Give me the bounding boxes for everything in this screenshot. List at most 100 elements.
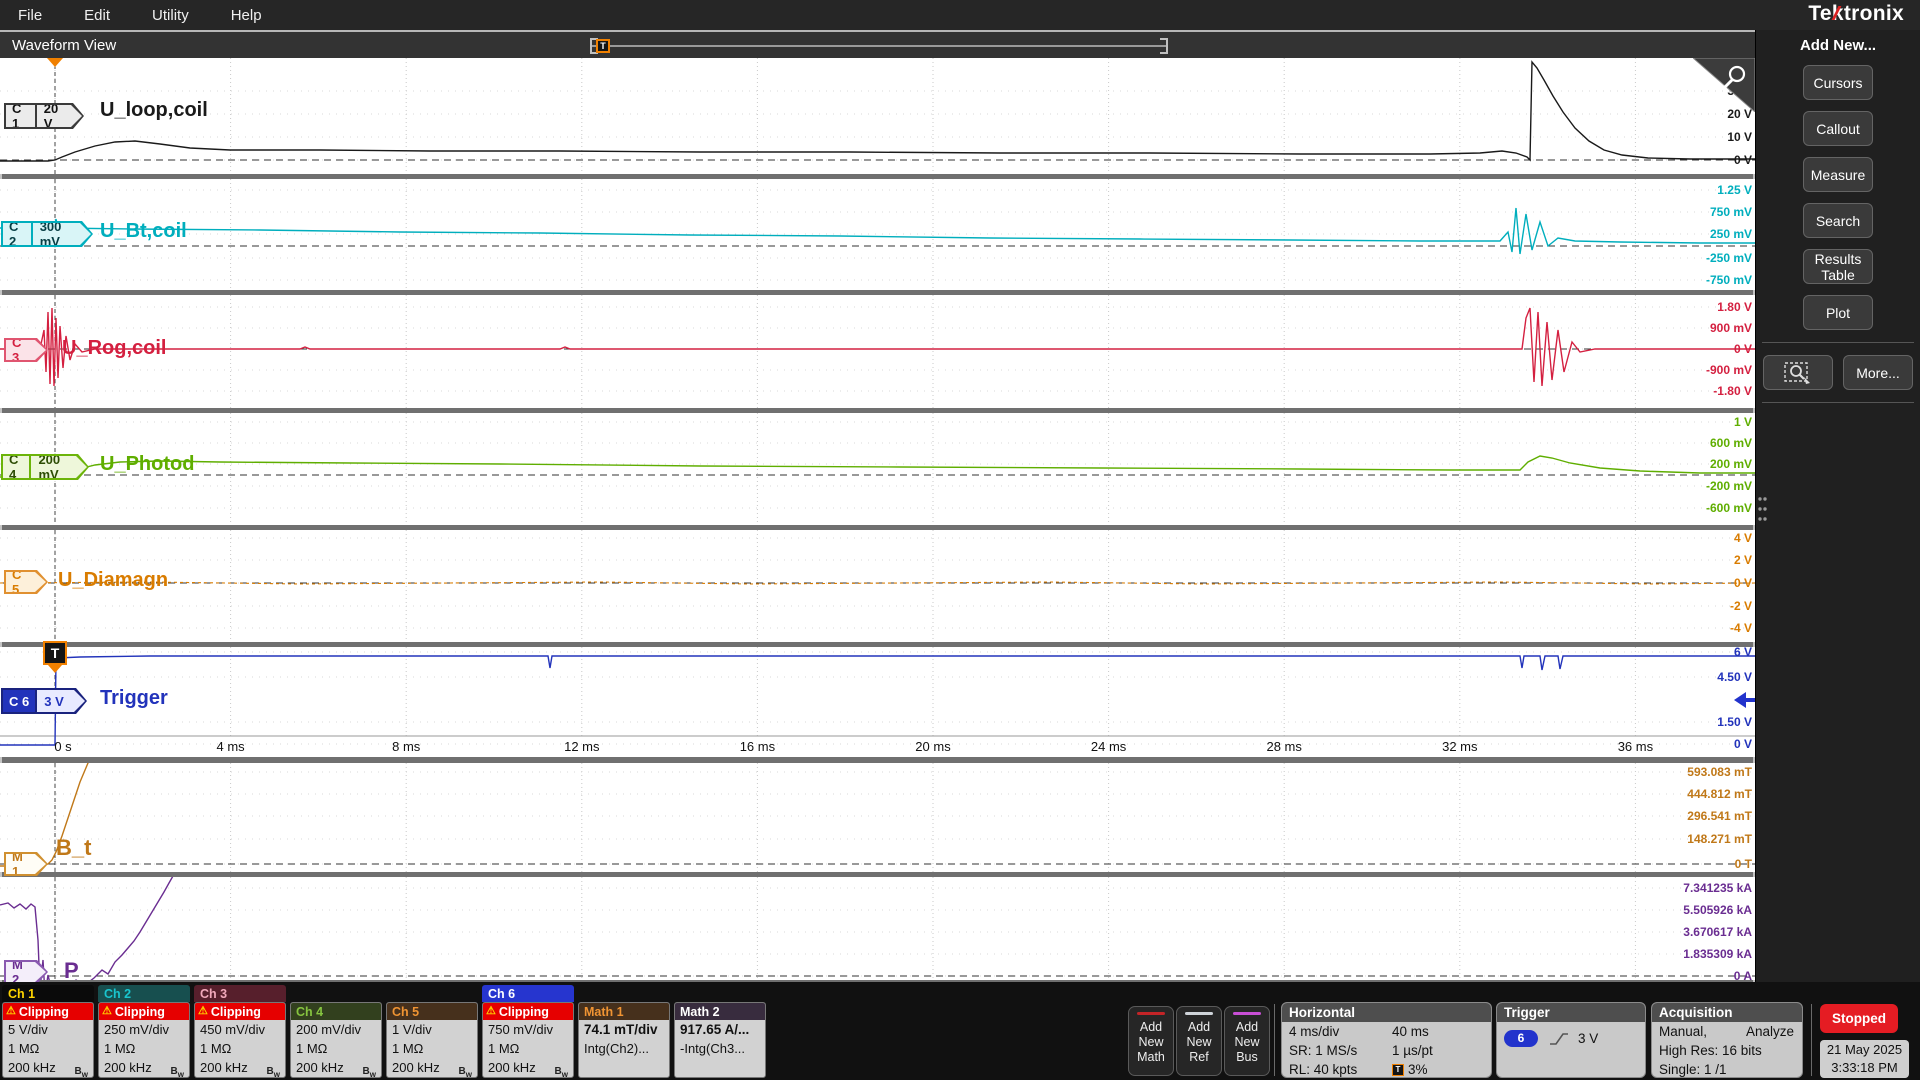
panel-button-plot[interactable]: Plot xyxy=(1803,295,1873,330)
channel-card-ch-2[interactable]: ⚠ Clipping 250 mV/div 1 MΩ 200 kHz Bw xyxy=(98,1002,190,1078)
channel-label-u-diamagn: U_Diamagn xyxy=(58,569,169,591)
channel-label-u-loop-coil: U_loop,coil xyxy=(100,99,208,121)
panel-button-callout[interactable]: Callout xyxy=(1803,111,1873,146)
scale-label-c-3-900-mv: 900 mV xyxy=(1709,321,1752,335)
channel-badge-inner-c-2: C 2 300 mV xyxy=(3,223,91,245)
card-row: 1 MΩ xyxy=(104,1041,136,1056)
time-axis-label-20-ms: 20 ms xyxy=(915,739,951,754)
scale-label-c-6-6-v: 6 V xyxy=(1733,645,1752,659)
channel-card-ch-5[interactable]: Ch 5 1 V/div 1 MΩ 200 kHz Bw xyxy=(386,1002,478,1078)
clipping-banner: ⚠ Clipping xyxy=(99,1003,189,1020)
trace-u-photod xyxy=(0,455,1755,478)
bandwidth-icon: Bw xyxy=(458,1066,472,1078)
channel-tab-ch-3[interactable]: Ch 3 xyxy=(194,985,286,1002)
clipping-label: Clipping xyxy=(210,1004,261,1019)
add-button-add-new-bus[interactable]: Add New Bus xyxy=(1224,1006,1270,1076)
time-axis-label-12-ms: 12 ms xyxy=(564,739,600,754)
channel-label-trigger: Trigger xyxy=(100,687,168,709)
scale-label-m-2-3-670617-ka: 3.670617 kA xyxy=(1683,925,1752,939)
scale-label-c-4-200-mv: -200 mV xyxy=(1705,479,1752,493)
channel-tab-ch-2[interactable]: Ch 2 xyxy=(98,985,190,1002)
panel-button-cursors[interactable]: Cursors xyxy=(1803,65,1873,100)
scale-label-m-1-148-271-mt: 148.271 mT xyxy=(1687,832,1752,846)
menu-item-utility[interactable]: Utility xyxy=(152,7,189,24)
horizontal-panel[interactable]: Horizontal 4 ms/div 40 ms SR: 1 MS/s 1 µs/… xyxy=(1281,1002,1492,1078)
panel-button-search[interactable]: Search xyxy=(1803,203,1873,238)
card-row: 200 kHz Bw xyxy=(3,1058,93,1077)
trace-u-bt-coil xyxy=(0,207,1755,255)
scale-label-c-3-900-mv: -900 mV xyxy=(1705,363,1752,377)
channel-tab-ch-6[interactable]: Ch 6 xyxy=(482,985,574,1002)
record-length: RL: 40 kpts xyxy=(1289,1062,1358,1077)
card-row: 750 mV/div xyxy=(488,1022,554,1037)
scale-label-c-3-1-80-v: 1.80 V xyxy=(1717,300,1752,314)
horizontal-scale: 4 ms/div xyxy=(1289,1024,1340,1039)
scale-label-c-1-10-v: 10 V xyxy=(1727,130,1752,144)
panel-button-measure[interactable]: Measure xyxy=(1803,157,1873,192)
pan-zoom-bar[interactable]: T xyxy=(590,38,1168,54)
channel-card-ch-3[interactable]: ⚠ Clipping 450 mV/div 1 MΩ 200 kHz Bw xyxy=(194,1002,286,1078)
panel-drag-handle[interactable] xyxy=(1757,492,1767,528)
trigger-t-marker[interactable]: T xyxy=(43,641,67,665)
clipping-label: Clipping xyxy=(498,1004,549,1019)
channel-card-ch-1[interactable]: ⚠ Clipping 5 V/div 1 MΩ 200 kHz Bw xyxy=(2,1002,94,1078)
channel-badge-id: C 4 xyxy=(9,452,19,482)
scale-label-m-2-1-835309-ka: 1.835309 kA xyxy=(1683,947,1752,961)
channel-label-u-bt-coil: U_Bt,coil xyxy=(100,220,187,242)
pan-zoom-track xyxy=(592,45,1166,47)
menu-item-help[interactable]: Help xyxy=(231,7,262,24)
clipping-banner: ⚠ Clipping xyxy=(195,1003,285,1020)
add-button-add-new-ref[interactable]: Add New Ref xyxy=(1176,1006,1222,1076)
trace-u-rog-coil xyxy=(0,307,1755,387)
acquisition-single: Single: 1 /1 xyxy=(1659,1062,1727,1077)
channel-card-math-2[interactable]: Math 2 917.65 A/... -Intg(Ch3... xyxy=(674,1002,766,1078)
trigger-source-badge: 6 xyxy=(1504,1030,1538,1047)
channel-card-header-math-1: Math 1 xyxy=(579,1003,669,1020)
trigger-level-arrow-icon[interactable] xyxy=(1733,690,1755,710)
channel-badge-scale: 300 mV xyxy=(31,223,91,245)
trigger-panel[interactable]: Trigger 6 3 V xyxy=(1496,1002,1646,1078)
zoom-select-button[interactable] xyxy=(1763,355,1833,390)
trigger-title: Trigger xyxy=(1497,1003,1645,1022)
warning-icon: ⚠ xyxy=(198,1005,208,1017)
menu-item-edit[interactable]: Edit xyxy=(84,7,110,24)
channel-label-u-rog-coil: U_Rog,coil xyxy=(62,337,167,359)
trace-trigger xyxy=(0,655,1755,746)
pan-zoom-right-bracket[interactable] xyxy=(1160,38,1168,54)
card-row: 1 MΩ xyxy=(8,1041,40,1056)
channel-card-ch-4[interactable]: Ch 4 200 mV/div 1 MΩ 200 kHz Bw xyxy=(290,1002,382,1078)
panel-button-results-table[interactable]: Results Table xyxy=(1803,249,1873,284)
waveform-view-title: Waveform View xyxy=(12,37,117,54)
channel-card-math-1[interactable]: Math 1 74.1 mT/div Intg(Ch2)... xyxy=(578,1002,670,1078)
more-button[interactable]: More... xyxy=(1843,355,1913,390)
add-new-heading: Add New... xyxy=(1799,37,1877,54)
trigger-position-marker-minimap[interactable]: T xyxy=(596,39,610,53)
scale-label-m-1-593-083-mt: 593.083 mT xyxy=(1687,765,1752,779)
card-row: 1 V/div xyxy=(392,1022,432,1037)
menu-item-file[interactable]: File xyxy=(18,7,42,24)
horizontal-span: 40 ms xyxy=(1392,1024,1429,1039)
channel-card-ch-6[interactable]: ⚠ Clipping 750 mV/div 1 MΩ 200 kHz Bw xyxy=(482,1002,574,1078)
scale-label-c-6-4-50-v: 4.50 V xyxy=(1717,670,1752,684)
add-button-add-new-math[interactable]: Add New Math xyxy=(1128,1006,1174,1076)
channel-badge-scale: 3 V xyxy=(35,690,80,712)
add-button-stripe xyxy=(1137,1012,1165,1015)
card-row: 200 kHz Bw xyxy=(99,1058,189,1077)
channel-tab-ch-1[interactable]: Ch 1 xyxy=(2,985,94,1002)
time-axis-label-16-ms: 16 ms xyxy=(739,739,776,754)
scale-label-c-6-0-v: 0 V xyxy=(1733,737,1752,751)
acquisition-resolution: High Res: 16 bits xyxy=(1659,1043,1762,1058)
card-row: 200 kHz Bw xyxy=(291,1058,381,1077)
channel-badge-scale: 200 mV xyxy=(29,456,87,478)
time-axis-label-4-ms: 4 ms xyxy=(216,739,245,754)
trigger-position-icon[interactable] xyxy=(47,58,63,67)
corner-zoom-icon[interactable] xyxy=(1693,58,1755,112)
channel-badge-id: C 2 xyxy=(9,219,19,249)
scale-label-c-2-750-mv: 750 mV xyxy=(1709,205,1752,219)
scale-label-m-2-7-341235-ka: 7.341235 kA xyxy=(1683,881,1752,895)
acquisition-panel[interactable]: Acquisition Manual, Analyze High Res: 16… xyxy=(1651,1002,1803,1078)
date-text: 21 May 2025 xyxy=(1826,1042,1903,1057)
acquisition-analyze: Analyze xyxy=(1745,1024,1794,1039)
acquisition-status-badge[interactable]: Stopped xyxy=(1820,1004,1898,1033)
scale-label-m-2-5-505926-ka: 5.505926 kA xyxy=(1683,903,1752,917)
